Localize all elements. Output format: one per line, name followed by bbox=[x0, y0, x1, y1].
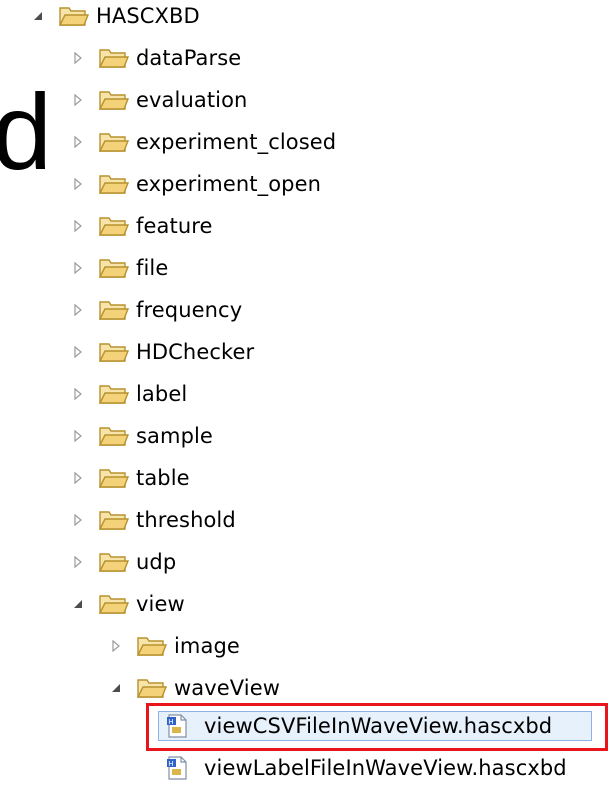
tree-item-label: label bbox=[136, 382, 188, 406]
expanded-arrow-icon[interactable] bbox=[67, 593, 89, 615]
tree-item-label: image bbox=[174, 634, 240, 658]
collapsed-arrow-icon[interactable] bbox=[67, 383, 89, 405]
tree-item-file-viewcsv[interactable]: viewCSVFileInWaveView.hascxbd bbox=[166, 710, 552, 742]
tree-item-sample[interactable]: sample bbox=[67, 420, 213, 452]
tree-item-label: experiment_closed bbox=[136, 130, 337, 154]
collapsed-arrow-icon[interactable] bbox=[67, 425, 89, 447]
folder-icon bbox=[99, 257, 129, 279]
tree-item-view[interactable]: view bbox=[67, 588, 185, 620]
folder-icon bbox=[59, 5, 89, 27]
collapsed-arrow-icon[interactable] bbox=[67, 467, 89, 489]
tree-item-experiment-closed[interactable]: experiment_closed bbox=[67, 126, 336, 158]
tree-item-hascxbd[interactable]: HASCXBD bbox=[27, 0, 200, 32]
collapsed-arrow-icon[interactable] bbox=[67, 299, 89, 321]
collapsed-arrow-icon[interactable] bbox=[67, 257, 89, 279]
tree-item-label: threshold bbox=[136, 508, 236, 532]
folder-icon bbox=[99, 551, 129, 573]
folder-icon bbox=[99, 425, 129, 447]
folder-icon bbox=[99, 131, 129, 153]
folder-icon bbox=[99, 467, 129, 489]
hascxbd-file-icon bbox=[166, 756, 188, 780]
tree-item-label: sample bbox=[136, 424, 213, 448]
tree-item-label: experiment_open bbox=[136, 172, 322, 196]
collapsed-arrow-icon[interactable] bbox=[67, 47, 89, 69]
tree-item-file-viewlabel[interactable]: viewLabelFileInWaveView.hascxbd bbox=[166, 752, 567, 784]
tree-item-label: evaluation bbox=[136, 88, 248, 112]
tree-item-waveview[interactable]: waveView bbox=[105, 672, 280, 704]
tree-item-table[interactable]: table bbox=[67, 462, 190, 494]
folder-icon bbox=[99, 47, 129, 69]
tree-item-file[interactable]: file bbox=[67, 252, 168, 284]
tree-item-label: feature bbox=[136, 214, 213, 238]
expanded-arrow-icon[interactable] bbox=[105, 677, 127, 699]
tree-item-dataparse[interactable]: dataParse bbox=[67, 42, 241, 74]
tree-item-label: HDChecker bbox=[136, 340, 255, 364]
tree-item-experiment-open[interactable]: experiment_open bbox=[67, 168, 321, 200]
folder-icon bbox=[99, 341, 129, 363]
collapsed-arrow-icon[interactable] bbox=[67, 551, 89, 573]
tree-item-hdchecker[interactable]: HDChecker bbox=[67, 336, 254, 368]
folder-icon bbox=[137, 677, 167, 699]
tree-item-label: view bbox=[136, 592, 185, 616]
tree-item-label: viewLabelFileInWaveView.hascxbd bbox=[204, 756, 567, 780]
folder-icon bbox=[99, 299, 129, 321]
collapsed-arrow-icon[interactable] bbox=[67, 173, 89, 195]
folder-icon bbox=[99, 383, 129, 405]
folder-icon bbox=[137, 635, 167, 657]
collapsed-arrow-icon[interactable] bbox=[67, 89, 89, 111]
collapsed-arrow-icon[interactable] bbox=[67, 215, 89, 237]
tree-item-label: table bbox=[136, 466, 190, 490]
tree-item-label: udp bbox=[136, 550, 177, 574]
expanded-arrow-icon[interactable] bbox=[27, 5, 49, 27]
folder-icon bbox=[99, 509, 129, 531]
folder-icon bbox=[99, 215, 129, 237]
collapsed-arrow-icon[interactable] bbox=[67, 131, 89, 153]
tree-item-label-folder[interactable]: label bbox=[67, 378, 187, 410]
tree-item-threshold[interactable]: threshold bbox=[67, 504, 236, 536]
tree-item-label: waveView bbox=[174, 676, 281, 700]
collapsed-arrow-icon[interactable] bbox=[67, 341, 89, 363]
hascxbd-file-icon bbox=[166, 714, 188, 738]
collapsed-arrow-icon[interactable] bbox=[67, 509, 89, 531]
tree-item-frequency[interactable]: frequency bbox=[67, 294, 242, 326]
tree-item-label: frequency bbox=[136, 298, 243, 322]
tree-item-feature[interactable]: feature bbox=[67, 210, 213, 242]
tree-item-image[interactable]: image bbox=[105, 630, 240, 662]
background-partial-text: d bbox=[0, 71, 53, 192]
folder-icon bbox=[99, 593, 129, 615]
folder-icon bbox=[99, 173, 129, 195]
tree-item-label: dataParse bbox=[136, 46, 242, 70]
tree-item-label: HASCXBD bbox=[96, 4, 200, 28]
folder-icon bbox=[99, 89, 129, 111]
collapsed-arrow-icon[interactable] bbox=[105, 635, 127, 657]
tree-item-udp[interactable]: udp bbox=[67, 546, 176, 578]
tree-item-label: file bbox=[136, 256, 169, 280]
tree-item-evaluation[interactable]: evaluation bbox=[67, 84, 247, 116]
tree-item-label: viewCSVFileInWaveView.hascxbd bbox=[204, 714, 553, 738]
